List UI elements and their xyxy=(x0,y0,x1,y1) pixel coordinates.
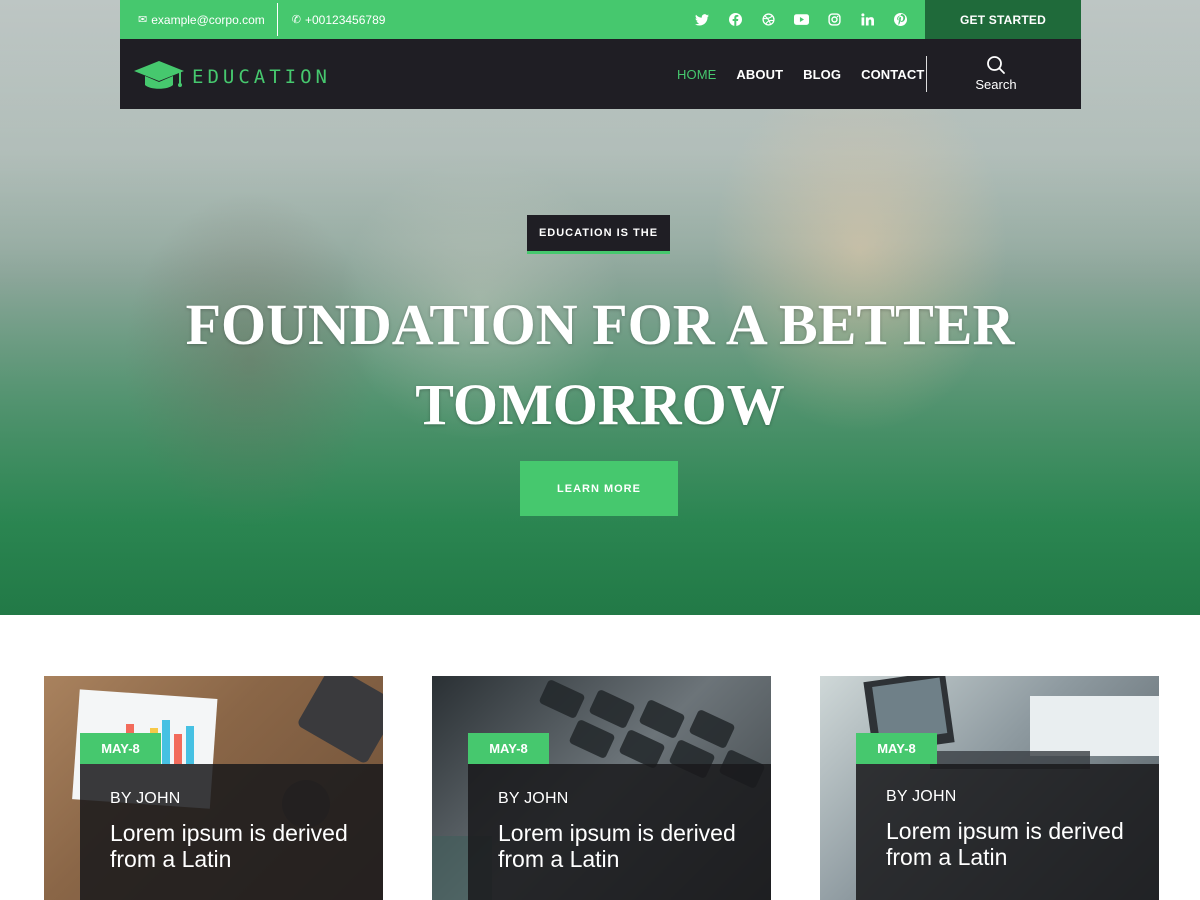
card-title[interactable]: Lorem ipsum is derived from a Latin xyxy=(498,820,771,872)
date-badge: MAY-8 xyxy=(468,733,549,764)
nav-contact[interactable]: CONTACT xyxy=(861,67,924,82)
blog-card[interactable]: MAY-8 BY JOHN Lorem ipsum is derived fro… xyxy=(44,676,383,900)
graduation-cap-icon xyxy=(132,57,186,96)
card-overlay: BY JOHN Lorem ipsum is derived from a La… xyxy=(468,764,771,900)
search-icon xyxy=(987,56,1005,74)
card-author: BY JOHN xyxy=(886,788,957,805)
contact-info: ✉ example@corpo.com ✆ +00123456789 xyxy=(120,0,385,39)
card-title[interactable]: Lorem ipsum is derived from a Latin xyxy=(110,820,383,872)
nav-divider xyxy=(926,56,927,92)
card-title[interactable]: Lorem ipsum is derived from a Latin xyxy=(886,818,1159,870)
facebook-icon[interactable] xyxy=(725,10,745,30)
card-overlay: BY JOHN Lorem ipsum is derived from a La… xyxy=(856,764,1159,900)
nav-about[interactable]: ABOUT xyxy=(736,67,783,82)
instagram-icon[interactable] xyxy=(824,10,844,30)
divider xyxy=(276,3,278,36)
social-links xyxy=(692,0,910,39)
headline-line-2: TOMORROW xyxy=(415,372,785,437)
phone-icon: ✆ xyxy=(291,14,301,26)
dribbble-icon[interactable] xyxy=(758,10,778,30)
youtube-icon[interactable] xyxy=(791,10,811,30)
pinterest-icon[interactable] xyxy=(890,10,910,30)
card-title-line-2: from a Latin xyxy=(110,846,232,872)
card-title-line-1: Lorem ipsum is derived xyxy=(110,820,348,846)
phone-link[interactable]: +00123456789 xyxy=(305,13,385,27)
blog-card[interactable]: MAY-8 BY JOHN Lorem ipsum is derived fro… xyxy=(820,676,1159,900)
linkedin-icon[interactable] xyxy=(857,10,877,30)
top-bar: ✉ example@corpo.com ✆ +00123456789 GET S… xyxy=(120,0,1081,39)
main-navbar: EDUCATION HOME ABOUT BLOG CONTACT Search xyxy=(120,39,1081,109)
nav-blog[interactable]: BLOG xyxy=(803,67,841,82)
card-author: BY JOHN xyxy=(498,790,569,807)
card-overlay: BY JOHN Lorem ipsum is derived from a La… xyxy=(80,764,383,900)
card-title-line-2: from a Latin xyxy=(886,844,1008,870)
blog-card[interactable]: MAY-8 BY JOHN Lorem ipsum is derived fro… xyxy=(432,676,771,900)
search-button[interactable]: Search xyxy=(966,55,1026,92)
card-title-line-1: Lorem ipsum is derived xyxy=(498,820,736,846)
card-title-line-2: from a Latin xyxy=(498,846,620,872)
learn-more-button[interactable]: LEARN MORE xyxy=(520,461,678,516)
nav-menu: HOME ABOUT BLOG CONTACT xyxy=(677,39,924,109)
hero-headline: FOUNDATION FOR A BETTER TOMORROW xyxy=(100,285,1100,445)
date-badge: MAY-8 xyxy=(856,733,937,764)
search-label: Search xyxy=(975,77,1017,92)
hero-eyebrow: EDUCATION IS THE xyxy=(527,215,670,254)
headline-line-1: FOUNDATION FOR A BETTER xyxy=(185,292,1015,357)
mail-icon: ✉ xyxy=(138,14,148,26)
email-link[interactable]: example@corpo.com xyxy=(151,13,265,27)
card-title-line-1: Lorem ipsum is derived xyxy=(886,818,1124,844)
nav-home[interactable]: HOME xyxy=(677,67,716,82)
logo-text: EDUCATION xyxy=(192,65,331,88)
logo[interactable]: EDUCATION xyxy=(132,57,331,96)
date-badge: MAY-8 xyxy=(80,733,161,764)
twitter-icon[interactable] xyxy=(692,10,712,30)
card-author: BY JOHN xyxy=(110,790,181,807)
get-started-button[interactable]: GET STARTED xyxy=(925,0,1081,39)
